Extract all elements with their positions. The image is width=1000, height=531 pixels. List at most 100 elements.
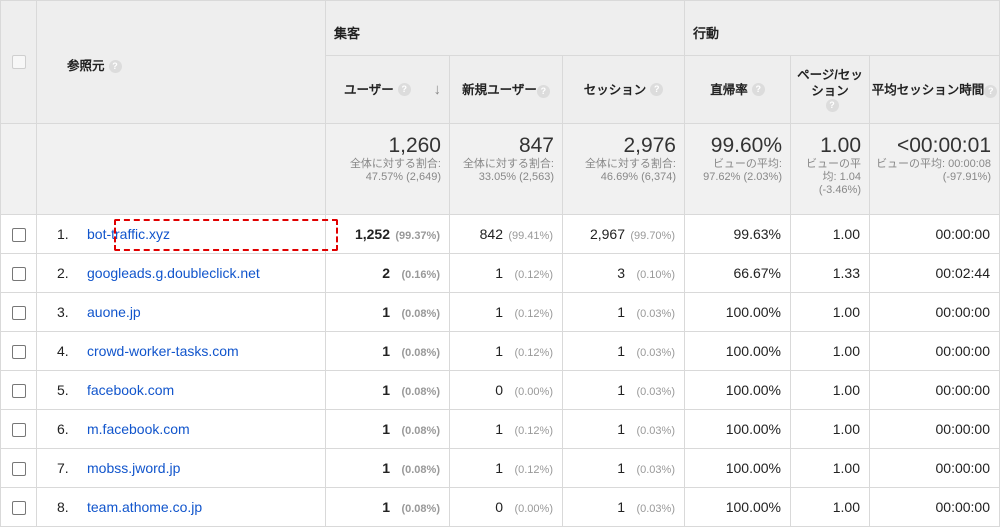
bounce-rate-column-label: 直帰率 — [710, 82, 748, 97]
column-header-users[interactable]: ユーザー? ↓ — [325, 55, 450, 124]
avg-session-duration-help-icon[interactable]: ? — [984, 84, 998, 98]
total-bounce-rate: 99.60% ビューの平均: 97.62% (2.03%) — [684, 123, 791, 215]
users-percent: (0.08%) — [401, 425, 440, 437]
source-link[interactable]: auone.jp — [87, 304, 141, 320]
referral-report-table: 参照元? 集客 行動 ユーザー? ↓ 新規ユーザー? セッション? 直帰率? ペ… — [0, 0, 1000, 527]
pages-per-session-cell: 1.00 — [790, 409, 870, 449]
sessions-cell: 1 (0.03%) — [562, 331, 685, 371]
row-checkbox[interactable] — [11, 345, 26, 360]
row-select-cell — [0, 370, 37, 410]
total-sessions: 2,976 全体に対する割合: 46.69% (6,374) — [562, 123, 685, 215]
sessions-percent: (0.03%) — [636, 464, 675, 476]
new-users-cell: 1 (0.12%) — [449, 331, 563, 371]
pages-per-session-cell: 1.00 — [790, 214, 870, 254]
users-percent: (0.08%) — [401, 464, 440, 476]
bounce-rate-help-icon[interactable]: ? — [751, 83, 765, 96]
row-number: 2. — [57, 265, 69, 281]
sessions-percent: (99.70%) — [630, 230, 675, 242]
users-cell: 1 (0.08%) — [325, 370, 450, 410]
sessions-value: 1 — [617, 499, 625, 515]
row-number: 7. — [57, 460, 69, 476]
users-cell: 1 (0.08%) — [325, 448, 450, 488]
users-value: 1 — [382, 499, 390, 515]
source-help-icon[interactable]: ? — [108, 60, 122, 74]
users-help-icon[interactable]: ? — [397, 83, 411, 96]
row-checkbox[interactable] — [11, 306, 26, 321]
column-header-avg-session-duration[interactable]: 平均セッション時間? — [869, 55, 1000, 124]
totals-row: 1,260 全体に対する割合: 47.57% (2,649) 847 全体に対す… — [0, 123, 1000, 215]
pages-per-session-cell: 1.00 — [790, 448, 870, 488]
table-row: 5. facebook.com 1 (0.08%) 0 (0.00%) 1 (0.03%… — [0, 370, 1000, 410]
new-users-cell: 1 (0.12%) — [449, 253, 563, 293]
users-cell: 1,252 (99.37%) — [325, 214, 450, 254]
row-checkbox[interactable] — [11, 462, 26, 477]
users-value: 1 — [382, 460, 390, 476]
column-header-new-users[interactable]: 新規ユーザー? — [449, 55, 563, 124]
new-users-value: 1 — [495, 265, 503, 281]
sessions-cell: 2,967 (99.70%) — [562, 214, 685, 254]
column-header-sessions[interactable]: セッション? — [562, 55, 685, 124]
bounce-rate-cell: 100.00% — [684, 409, 791, 449]
row-checkbox[interactable] — [11, 267, 26, 282]
pages-per-session-cell: 1.00 — [790, 487, 870, 527]
row-checkbox[interactable] — [11, 384, 26, 399]
row-checkbox[interactable] — [11, 423, 26, 438]
select-all-checkbox[interactable] — [11, 54, 26, 69]
new-users-percent: (99.41%) — [508, 230, 553, 242]
new-users-value: 842 — [479, 226, 503, 242]
sessions-value: 1 — [617, 382, 625, 398]
total-avg-session-duration-value: <00:00:01 — [896, 134, 991, 157]
bounce-rate-cell: 66.67% — [684, 253, 791, 293]
total-new-users: 847 全体に対する割合: 33.05% (2,563) — [449, 123, 563, 215]
sort-descending-icon[interactable]: ↓ — [434, 81, 442, 98]
avg-session-duration-cell: 00:00:00 — [869, 370, 1000, 410]
row-number: 6. — [57, 421, 69, 437]
bounce-rate-cell: 100.00% — [684, 370, 791, 410]
total-users: 1,260 全体に対する割合: 47.57% (2,649) — [325, 123, 450, 215]
new-users-value: 1 — [495, 421, 503, 437]
row-select-cell — [0, 487, 37, 527]
sessions-value: 1 — [617, 304, 625, 320]
row-select-cell — [0, 409, 37, 449]
sessions-percent: (0.03%) — [636, 347, 675, 359]
row-checkbox[interactable] — [11, 228, 26, 243]
source-link[interactable]: facebook.com — [87, 382, 174, 398]
source-link[interactable]: m.facebook.com — [87, 421, 190, 437]
source-link[interactable]: googleads.g.doubleclick.net — [87, 265, 260, 281]
new-users-percent: (0.12%) — [514, 464, 553, 476]
source-link[interactable]: mobss.jword.jp — [87, 460, 180, 476]
source-cell: 4. crowd-worker-tasks.com — [36, 331, 326, 371]
pages-per-session-cell: 1.33 — [790, 253, 870, 293]
pages-per-session-cell: 1.00 — [790, 331, 870, 371]
totals-source-cell — [36, 123, 326, 215]
source-cell: 3. auone.jp — [36, 292, 326, 332]
column-header-pages-per-session[interactable]: ページ/セッション? — [790, 55, 870, 124]
users-cell: 1 (0.08%) — [325, 409, 450, 449]
avg-session-duration-cell: 00:00:00 — [869, 331, 1000, 371]
sessions-help-icon[interactable]: ? — [650, 83, 664, 96]
row-number: 3. — [57, 304, 69, 320]
row-select-cell — [0, 292, 37, 332]
total-sessions-share: 全体に対する割合: 46.69% (6,374) — [584, 158, 676, 183]
sessions-cell: 1 (0.03%) — [562, 448, 685, 488]
bounce-rate-cell: 100.00% — [684, 448, 791, 488]
sessions-value: 2,967 — [589, 226, 625, 242]
column-header-bounce-rate[interactable]: 直帰率? — [684, 55, 791, 124]
new-users-help-icon[interactable]: ? — [536, 84, 550, 98]
total-bounce-rate-average: ビューの平均: 97.62% (2.03%) — [703, 158, 782, 183]
avg-session-duration-cell: 00:00:00 — [869, 214, 1000, 254]
new-users-cell: 0 (0.00%) — [449, 370, 563, 410]
table-row: 3. auone.jp 1 (0.08%) 1 (0.12%) 1 (0.03%) 10… — [0, 292, 1000, 332]
sessions-cell: 1 (0.03%) — [562, 409, 685, 449]
users-cell: 1 (0.08%) — [325, 331, 450, 371]
source-cell: 8. team.athome.co.jp — [36, 487, 326, 527]
row-checkbox[interactable] — [11, 501, 26, 516]
highlight-box — [114, 219, 338, 251]
total-avg-session-duration: <00:00:01 ビューの平均: 00:00:08 (-97.91%) — [869, 123, 1000, 215]
new-users-value: 1 — [495, 304, 503, 320]
source-link[interactable]: team.athome.co.jp — [87, 499, 202, 515]
total-users-share: 全体に対する割合: 47.57% (2,649) — [349, 158, 441, 183]
source-link[interactable]: crowd-worker-tasks.com — [87, 343, 239, 359]
sessions-cell: 1 (0.03%) — [562, 292, 685, 332]
pages-per-session-help-icon[interactable]: ? — [825, 99, 839, 112]
